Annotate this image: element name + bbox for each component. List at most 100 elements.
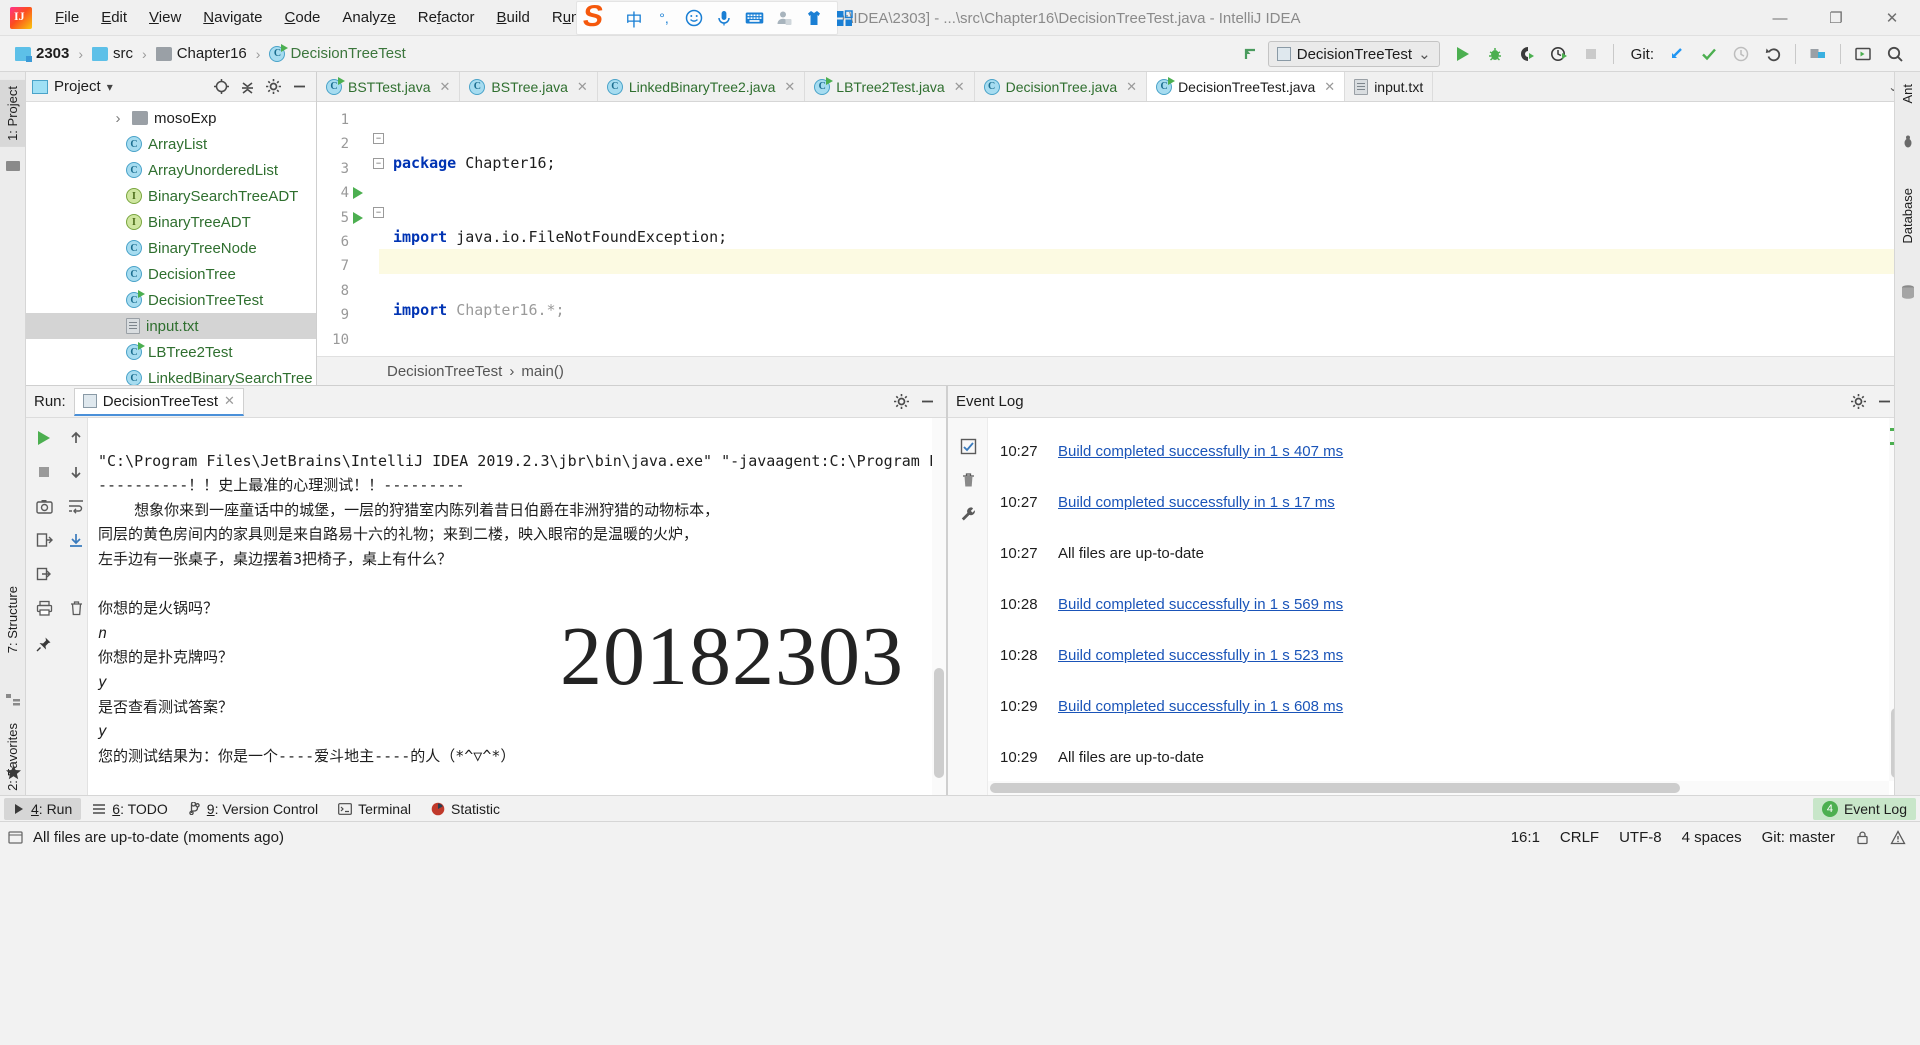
soft-keyboard-icon[interactable] <box>741 5 767 31</box>
hide-panel-icon[interactable] <box>288 76 310 98</box>
stop-button[interactable] <box>30 458 58 486</box>
bottom-tab-terminal[interactable]: Terminal <box>329 798 420 820</box>
inspection-icon[interactable] <box>1890 830 1906 845</box>
profile-button[interactable] <box>1544 40 1574 68</box>
sidebar-item-ant[interactable]: Ant <box>1895 78 1920 110</box>
console-scrollbar[interactable] <box>932 418 946 795</box>
open-preview-button[interactable] <box>1848 40 1878 68</box>
locate-target-icon[interactable] <box>210 76 232 98</box>
sidebar-item-database[interactable]: Database <box>1895 182 1920 250</box>
sidebar-item-favorites[interactable]: 2: Favorites <box>0 717 25 797</box>
collapse-all-icon[interactable] <box>236 76 258 98</box>
bottom-tab-todo[interactable]: 6: TODO <box>83 798 177 820</box>
trash-icon[interactable] <box>62 594 90 622</box>
close-icon[interactable]: ✕ <box>1126 79 1137 95</box>
editor-tab-bsttest[interactable]: C BSTTest.java ✕ <box>317 72 461 101</box>
stop-button[interactable] <box>1576 40 1606 68</box>
event-message[interactable]: Build completed successfully in 1 s 407 … <box>1058 443 1343 460</box>
indent-setting[interactable]: 4 spaces <box>1682 829 1742 846</box>
close-icon[interactable]: ✕ <box>439 79 450 95</box>
menu-analyze[interactable]: Analyze <box>331 5 406 30</box>
run-configuration-selector[interactable]: DecisionTreeTest ⌄ <box>1267 41 1440 67</box>
tree-item-binarytreenode[interactable]: C BinaryTreeNode <box>26 235 316 261</box>
close-icon[interactable]: ✕ <box>224 393 235 409</box>
scroll-down-button[interactable] <box>62 458 90 486</box>
git-branch[interactable]: Git: master <box>1762 829 1835 846</box>
git-update-project-button[interactable] <box>1662 40 1692 68</box>
breadcrumb-decisiontreetest[interactable]: C DecisionTreeTest <box>264 43 410 64</box>
settings-gear-icon[interactable] <box>890 391 912 413</box>
event-log-horizontal-scrollbar[interactable] <box>988 781 1889 795</box>
fold-icon[interactable]: − <box>373 133 384 144</box>
project-icon[interactable] <box>5 158 21 174</box>
menu-build[interactable]: Build <box>485 5 540 30</box>
breadcrumb-project[interactable]: 2303 <box>10 43 74 64</box>
structure-icon[interactable] <box>5 692 21 708</box>
tree-item-mosoexp[interactable]: › mosoExp <box>26 105 316 131</box>
soft-wrap-button[interactable] <box>62 492 90 520</box>
maximize-button[interactable]: ❐ <box>1808 0 1864 36</box>
menu-view[interactable]: View <box>138 5 192 30</box>
settings-wrench-icon[interactable] <box>954 500 982 528</box>
scrollbar-thumb[interactable] <box>934 668 944 778</box>
editor-gutter[interactable]: 1 2 3 4 5 6 7 8 9 10 <box>317 102 379 356</box>
settings-gear-icon[interactable] <box>1847 391 1869 413</box>
mark-all-read-icon[interactable] <box>954 432 982 460</box>
print-button[interactable] <box>30 594 58 622</box>
bottom-tab-version-control[interactable]: 9: Version Control <box>179 798 327 820</box>
event-message[interactable]: Build completed successfully in 1 s 608 … <box>1058 698 1343 715</box>
database-icon[interactable] <box>1900 284 1916 300</box>
tree-item-decisiontree[interactable]: C DecisionTree <box>26 261 316 287</box>
sogou-ime-toolbar[interactable]: S 中 °, <box>576 0 853 35</box>
editor-tab-decisiontreetest[interactable]: C DecisionTreeTest.java ✕ <box>1147 72 1346 101</box>
run-with-coverage-button[interactable] <box>1512 40 1542 68</box>
scroll-to-end-button[interactable] <box>62 526 90 554</box>
hide-panel-icon[interactable] <box>1873 391 1895 413</box>
tree-item-arraylist[interactable]: C ArrayList <box>26 131 316 157</box>
menu-navigate[interactable]: Navigate <box>192 5 273 30</box>
line-separator[interactable]: CRLF <box>1560 829 1599 846</box>
toolbox-icon[interactable] <box>831 5 857 31</box>
screenshot-button[interactable] <box>30 492 58 520</box>
run-tab-decisiontreetest[interactable]: DecisionTreeTest ✕ <box>73 387 244 416</box>
bottom-tab-statistic[interactable]: Statistic <box>422 798 509 820</box>
scrollbar-thumb[interactable] <box>990 783 1680 793</box>
breadcrumb-chapter16[interactable]: Chapter16 <box>151 43 252 64</box>
trash-icon[interactable] <box>954 466 982 494</box>
run-method-gutter-icon[interactable] <box>353 212 363 224</box>
menu-refactor[interactable]: Refactor <box>407 5 486 30</box>
run-class-gutter-icon[interactable] <box>353 187 363 199</box>
editor-tab-bstree[interactable]: C BSTree.java ✕ <box>460 72 598 101</box>
tree-item-lbtree2test[interactable]: C LBTree2Test <box>26 339 316 365</box>
chevron-down-icon[interactable]: ▾ <box>107 80 113 94</box>
close-icon[interactable]: ✕ <box>1324 79 1335 95</box>
close-button[interactable]: ✕ <box>1864 0 1920 36</box>
menu-code[interactable]: Code <box>274 5 332 30</box>
ant-build-icon[interactable] <box>1900 134 1916 150</box>
editor-tab-input-txt[interactable]: input.txt <box>1345 72 1434 101</box>
user-profile-icon[interactable] <box>771 5 797 31</box>
breadcrumb-src[interactable]: src <box>87 43 138 64</box>
scroll-up-button[interactable] <box>62 424 90 452</box>
lock-icon[interactable] <box>1855 830 1870 845</box>
minimize-button[interactable]: — <box>1752 0 1808 36</box>
event-log-badge[interactable]: 4 Event Log <box>1812 797 1916 820</box>
sidebar-item-project[interactable]: 1: Project <box>0 80 25 147</box>
close-icon[interactable]: ✕ <box>784 79 795 95</box>
git-history-button[interactable] <box>1726 40 1756 68</box>
pin-icon[interactable] <box>30 630 58 658</box>
run-button[interactable] <box>1448 40 1478 68</box>
menu-edit[interactable]: Edit <box>90 5 138 30</box>
sidebar-item-structure[interactable]: 7: Structure <box>0 580 25 659</box>
skin-icon[interactable] <box>801 5 827 31</box>
bottom-tab-run[interactable]: 4: Run <box>4 797 82 820</box>
editor-tab-linkedbinarytree2[interactable]: C LinkedBinaryTree2.java ✕ <box>598 72 806 101</box>
tree-item-arrayunorderedlist[interactable]: C ArrayUnorderedList <box>26 157 316 183</box>
close-icon[interactable]: ✕ <box>577 79 588 95</box>
close-icon[interactable]: ✕ <box>954 79 965 95</box>
editor-tab-decisiontree[interactable]: C DecisionTree.java ✕ <box>975 72 1148 101</box>
event-message[interactable]: Build completed successfully in 1 s 569 … <box>1058 596 1343 613</box>
git-commit-button[interactable] <box>1694 40 1724 68</box>
fold-icon[interactable]: − <box>373 158 384 169</box>
sogou-logo-icon[interactable]: S <box>581 0 617 33</box>
